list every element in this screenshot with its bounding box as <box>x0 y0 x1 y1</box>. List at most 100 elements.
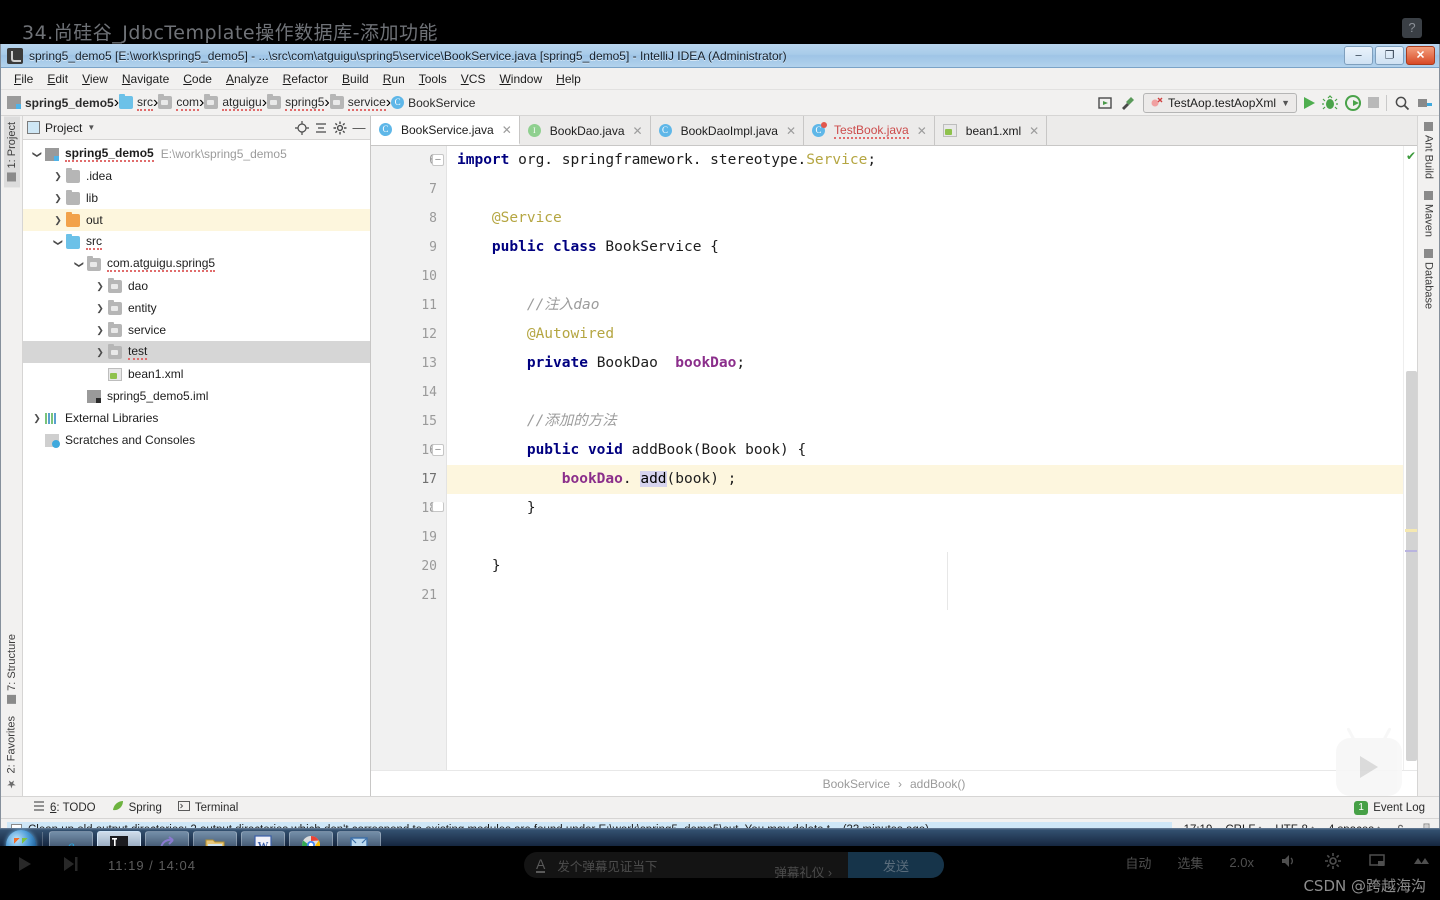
close-icon[interactable]: ✕ <box>1029 124 1039 138</box>
code-line[interactable]: private BookDao bookDao; <box>447 349 1403 378</box>
hammer-build-icon[interactable] <box>1120 95 1136 111</box>
code-fold-toggle[interactable] <box>432 502 444 512</box>
chevron-down-icon[interactable] <box>50 237 66 248</box>
code-line[interactable]: //添加的方法 <box>447 407 1403 436</box>
breadcrumb-item-spring5[interactable]: spring5 <box>267 94 325 111</box>
event-log-button[interactable]: 1 Event Log <box>1354 800 1439 815</box>
code-line[interactable]: @Service <box>447 204 1403 233</box>
chevron-down-icon[interactable] <box>71 259 87 270</box>
select-in-project-icon[interactable] <box>1097 95 1113 111</box>
menu-edit[interactable]: Edit <box>40 70 75 88</box>
tree-item-entity[interactable]: entity <box>23 297 370 319</box>
chevron-down-icon[interactable]: ▼ <box>87 123 95 132</box>
collapse-all-icon[interactable] <box>314 121 328 135</box>
chevron-right-icon[interactable] <box>92 347 108 358</box>
close-icon[interactable]: ✕ <box>633 124 643 138</box>
run-with-coverage-icon[interactable] <box>1345 94 1361 111</box>
tree-item--idea[interactable]: .idea <box>23 165 370 187</box>
chevron-right-icon[interactable] <box>50 193 66 204</box>
wide-screen-icon[interactable] <box>1368 852 1386 873</box>
tool-button-structure[interactable]: 7: Structure <box>4 628 20 710</box>
tree-item-service[interactable]: service <box>23 319 370 341</box>
restore-button[interactable]: ❐ <box>1375 46 1404 65</box>
chevron-right-icon[interactable] <box>50 215 66 226</box>
breadcrumb-item-spring5-demo5[interactable]: spring5_demo5 <box>7 96 114 110</box>
code-line[interactable]: bookDao. add(book) ; <box>447 465 1403 494</box>
code-line[interactable] <box>447 523 1403 552</box>
breadcrumb-item-bookservice[interactable]: C BookService <box>391 96 475 110</box>
code-text-area[interactable]: import org. springframework. stereotype.… <box>447 146 1403 770</box>
episodes-button[interactable]: 选集 <box>1177 853 1203 872</box>
project-tree[interactable]: spring5_demo5 E:\work\spring5_demo5 .idea l… <box>23 140 370 796</box>
menu-help[interactable]: Help <box>549 70 588 88</box>
tree-item-bean1-xml[interactable]: bean1.xml <box>23 363 370 385</box>
menu-window[interactable]: Window <box>492 70 549 88</box>
breadcrumb-method[interactable]: addBook() <box>910 777 965 791</box>
editor-tab-testbook-java[interactable]: C TestBook.java ✕ <box>804 116 935 145</box>
menu-code[interactable]: Code <box>176 70 219 88</box>
close-icon[interactable]: ✕ <box>786 124 796 138</box>
chevron-down-icon[interactable] <box>29 149 45 160</box>
close-icon[interactable]: ✕ <box>917 124 927 138</box>
tree-item-src[interactable]: src <box>23 231 370 253</box>
menu-build[interactable]: Build <box>335 70 376 88</box>
code-line[interactable]: public void addBook(Book book) { <box>447 436 1403 465</box>
hide-window-icon[interactable]: — <box>352 120 366 135</box>
debug-icon[interactable] <box>1322 94 1338 111</box>
tool-button-database[interactable]: Database <box>1421 243 1437 315</box>
menu-view[interactable]: View <box>75 70 115 88</box>
editor-tab-bookservice-java[interactable]: C BookService.java ✕ <box>371 116 520 145</box>
next-episode-button[interactable] <box>60 854 80 877</box>
code-line[interactable]: public class BookService { <box>447 233 1403 262</box>
editor-scrollbar[interactable]: ✔ <box>1403 146 1417 770</box>
code-fold-toggle[interactable]: − <box>432 444 444 456</box>
menu-run[interactable]: Run <box>376 70 412 88</box>
code-line[interactable]: @Autowired <box>447 320 1403 349</box>
danmaku-input-box[interactable]: A 发个弹幕见证当下 弹幕礼仪 › 发送 <box>524 852 944 881</box>
chevron-right-icon[interactable] <box>92 281 108 292</box>
code-line[interactable]: } <box>447 494 1403 523</box>
menu-refactor[interactable]: Refactor <box>276 70 335 88</box>
tree-item-dao[interactable]: dao <box>23 275 370 297</box>
tree-item-com-atguigu-spring5[interactable]: com.atguigu.spring5 <box>23 253 370 275</box>
code-line[interactable] <box>447 262 1403 291</box>
code-line[interactable] <box>447 378 1403 407</box>
video-help-badge[interactable]: ? <box>1402 18 1422 38</box>
breadcrumb-item-com[interactable]: com <box>158 94 200 111</box>
volume-icon[interactable] <box>1280 852 1298 873</box>
tool-button-project[interactable]: 1: Project <box>3 116 20 188</box>
danmaku-style-icon[interactable]: A <box>536 857 546 873</box>
tree-item-test[interactable]: test <box>23 341 370 363</box>
bottom-tab-6-todo[interactable]: 6: TODO <box>33 800 96 815</box>
search-everywhere-icon[interactable] <box>1394 95 1410 111</box>
playback-speed-button[interactable]: 2.0x <box>1229 855 1254 870</box>
tool-button-ant-build[interactable]: Ant Build <box>1421 116 1437 185</box>
breadcrumb-class[interactable]: BookService <box>823 777 890 791</box>
project-structure-icon[interactable] <box>1417 95 1433 111</box>
tree-item-out[interactable]: out <box>23 209 370 231</box>
code-fold-toggle[interactable]: − <box>432 154 444 166</box>
menu-file[interactable]: File <box>7 70 40 88</box>
settings-gear-icon[interactable] <box>1324 852 1342 873</box>
code-line[interactable]: //注入dao <box>447 291 1403 320</box>
code-line[interactable] <box>447 581 1403 610</box>
run-icon[interactable] <box>1304 96 1315 109</box>
scrollbar-thumb[interactable] <box>1406 371 1417 761</box>
tool-button-favorites[interactable]: ★ 2: Favorites <box>3 710 20 796</box>
menu-vcs[interactable]: VCS <box>454 70 493 88</box>
tree-item-lib[interactable]: lib <box>23 187 370 209</box>
danmaku-send-button[interactable]: 发送 <box>848 852 944 878</box>
danmaku-etiquette-link[interactable]: 弹幕礼仪 › <box>774 862 832 881</box>
bottom-tab-terminal[interactable]: Terminal <box>177 800 238 815</box>
breadcrumb-item-atguigu[interactable]: atguigu <box>204 94 262 111</box>
settings-gear-icon[interactable] <box>333 121 347 135</box>
code-line[interactable] <box>447 175 1403 204</box>
minimize-button[interactable]: – <box>1344 46 1373 65</box>
tree-item-external-libraries[interactable]: External Libraries <box>23 407 370 429</box>
editor-tab-bean1-xml[interactable]: bean1.xml ✕ <box>934 116 1048 145</box>
fullscreen-icon[interactable] <box>1412 852 1430 873</box>
breadcrumb-item-service[interactable]: service <box>329 94 386 111</box>
editor-tab-bookdao-java[interactable]: I BookDao.java ✕ <box>519 116 651 145</box>
close-icon[interactable]: ✕ <box>502 123 512 137</box>
quality-auto-button[interactable]: 自动 <box>1125 853 1151 872</box>
